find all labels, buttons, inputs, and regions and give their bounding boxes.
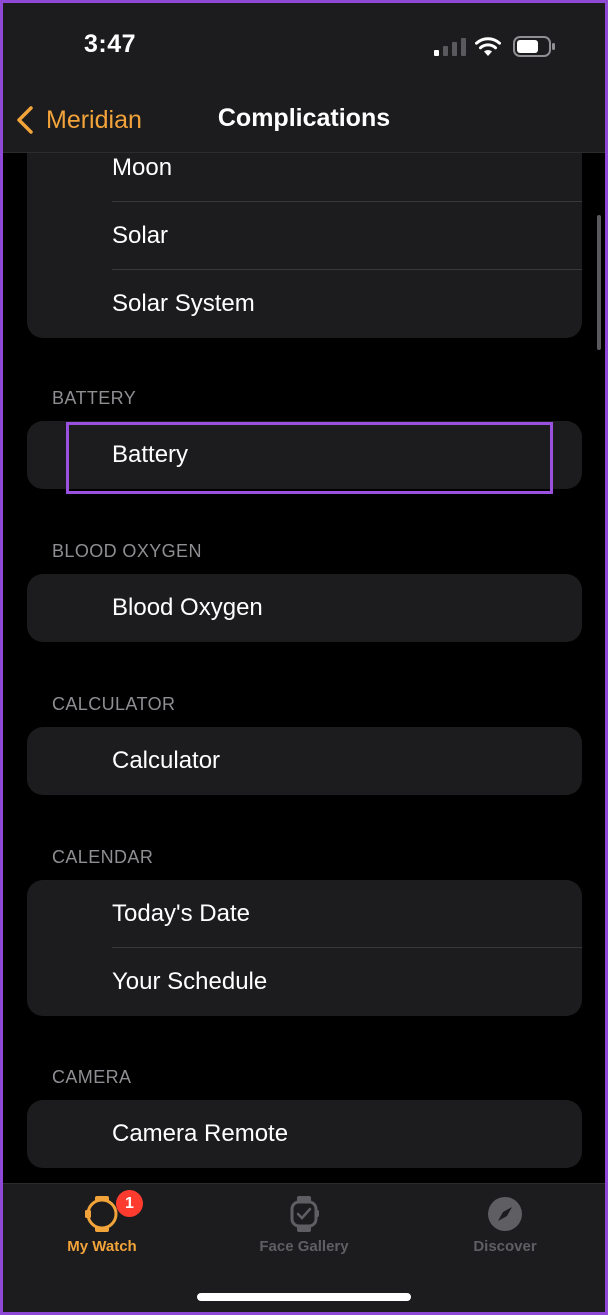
complications-list[interactable]: Moon Solar Solar System BATTERY Battery …	[0, 153, 608, 1183]
list-item[interactable]: Calculator	[27, 727, 582, 795]
tab-my-watch[interactable]: 1 My Watch	[22, 1190, 182, 1255]
battery-status-icon	[513, 36, 555, 57]
calendar-group: Today's Date Your Schedule	[27, 880, 582, 1016]
section-header: CALCULATOR	[52, 694, 176, 714]
calculator-group: Calculator	[27, 727, 582, 795]
compass-icon	[488, 1197, 522, 1231]
tab-bar: 1 My Watch Face Gallery Discover	[0, 1183, 608, 1315]
tab-discover[interactable]: Discover	[425, 1194, 585, 1255]
list-item-label: Your Schedule	[112, 968, 268, 995]
tab-face-gallery[interactable]: Face Gallery	[224, 1194, 384, 1255]
list-item-label: Solar	[112, 222, 169, 249]
list-item[interactable]: Battery	[27, 421, 582, 489]
notification-badge: 1	[116, 1190, 143, 1217]
section-header: CALENDAR	[52, 847, 154, 867]
list-item[interactable]: Your Schedule	[27, 948, 582, 1016]
list-item[interactable]: Moon	[27, 153, 582, 202]
list-item[interactable]: Solar	[27, 202, 582, 270]
section-header: CAMERA	[52, 1067, 132, 1087]
list-item[interactable]: Solar System	[27, 270, 582, 338]
list-item-label: Solar System	[112, 290, 255, 317]
face-gallery-icon	[290, 1196, 319, 1232]
list-item-label: Today's Date	[112, 900, 250, 927]
list-item-label: Camera Remote	[112, 1120, 289, 1147]
wifi-icon	[475, 37, 501, 56]
section-header: BLOOD OXYGEN	[52, 541, 202, 561]
list-item-label: Calculator	[112, 747, 221, 774]
list-item-label: Moon	[112, 154, 173, 181]
home-indicator[interactable]	[197, 1293, 411, 1301]
cellular-signal-icon	[434, 38, 466, 56]
scrollbar[interactable]	[597, 215, 601, 350]
section-header: BATTERY	[52, 388, 137, 408]
tab-label: My Watch	[67, 1238, 137, 1255]
list-item-label: Blood Oxygen	[112, 594, 263, 621]
list-item[interactable]: Camera Remote	[27, 1100, 582, 1168]
page-title: Complications	[217, 104, 391, 132]
list-item[interactable]: Today's Date	[27, 880, 582, 948]
status-time: 3:47	[84, 30, 137, 58]
camera-group: Camera Remote	[27, 1100, 582, 1168]
blood-oxygen-group: Blood Oxygen	[27, 574, 582, 642]
list-item-label: Battery	[112, 441, 189, 468]
astronomy-group: Moon Solar Solar System	[27, 153, 582, 338]
list-item[interactable]: Blood Oxygen	[27, 574, 582, 642]
navigation-bar: Meridian Complications	[0, 90, 608, 153]
status-bar: 3:47	[0, 0, 608, 90]
battery-group: Battery	[27, 421, 582, 489]
tab-label: Face Gallery	[259, 1238, 349, 1255]
tab-label: Discover	[473, 1238, 537, 1255]
